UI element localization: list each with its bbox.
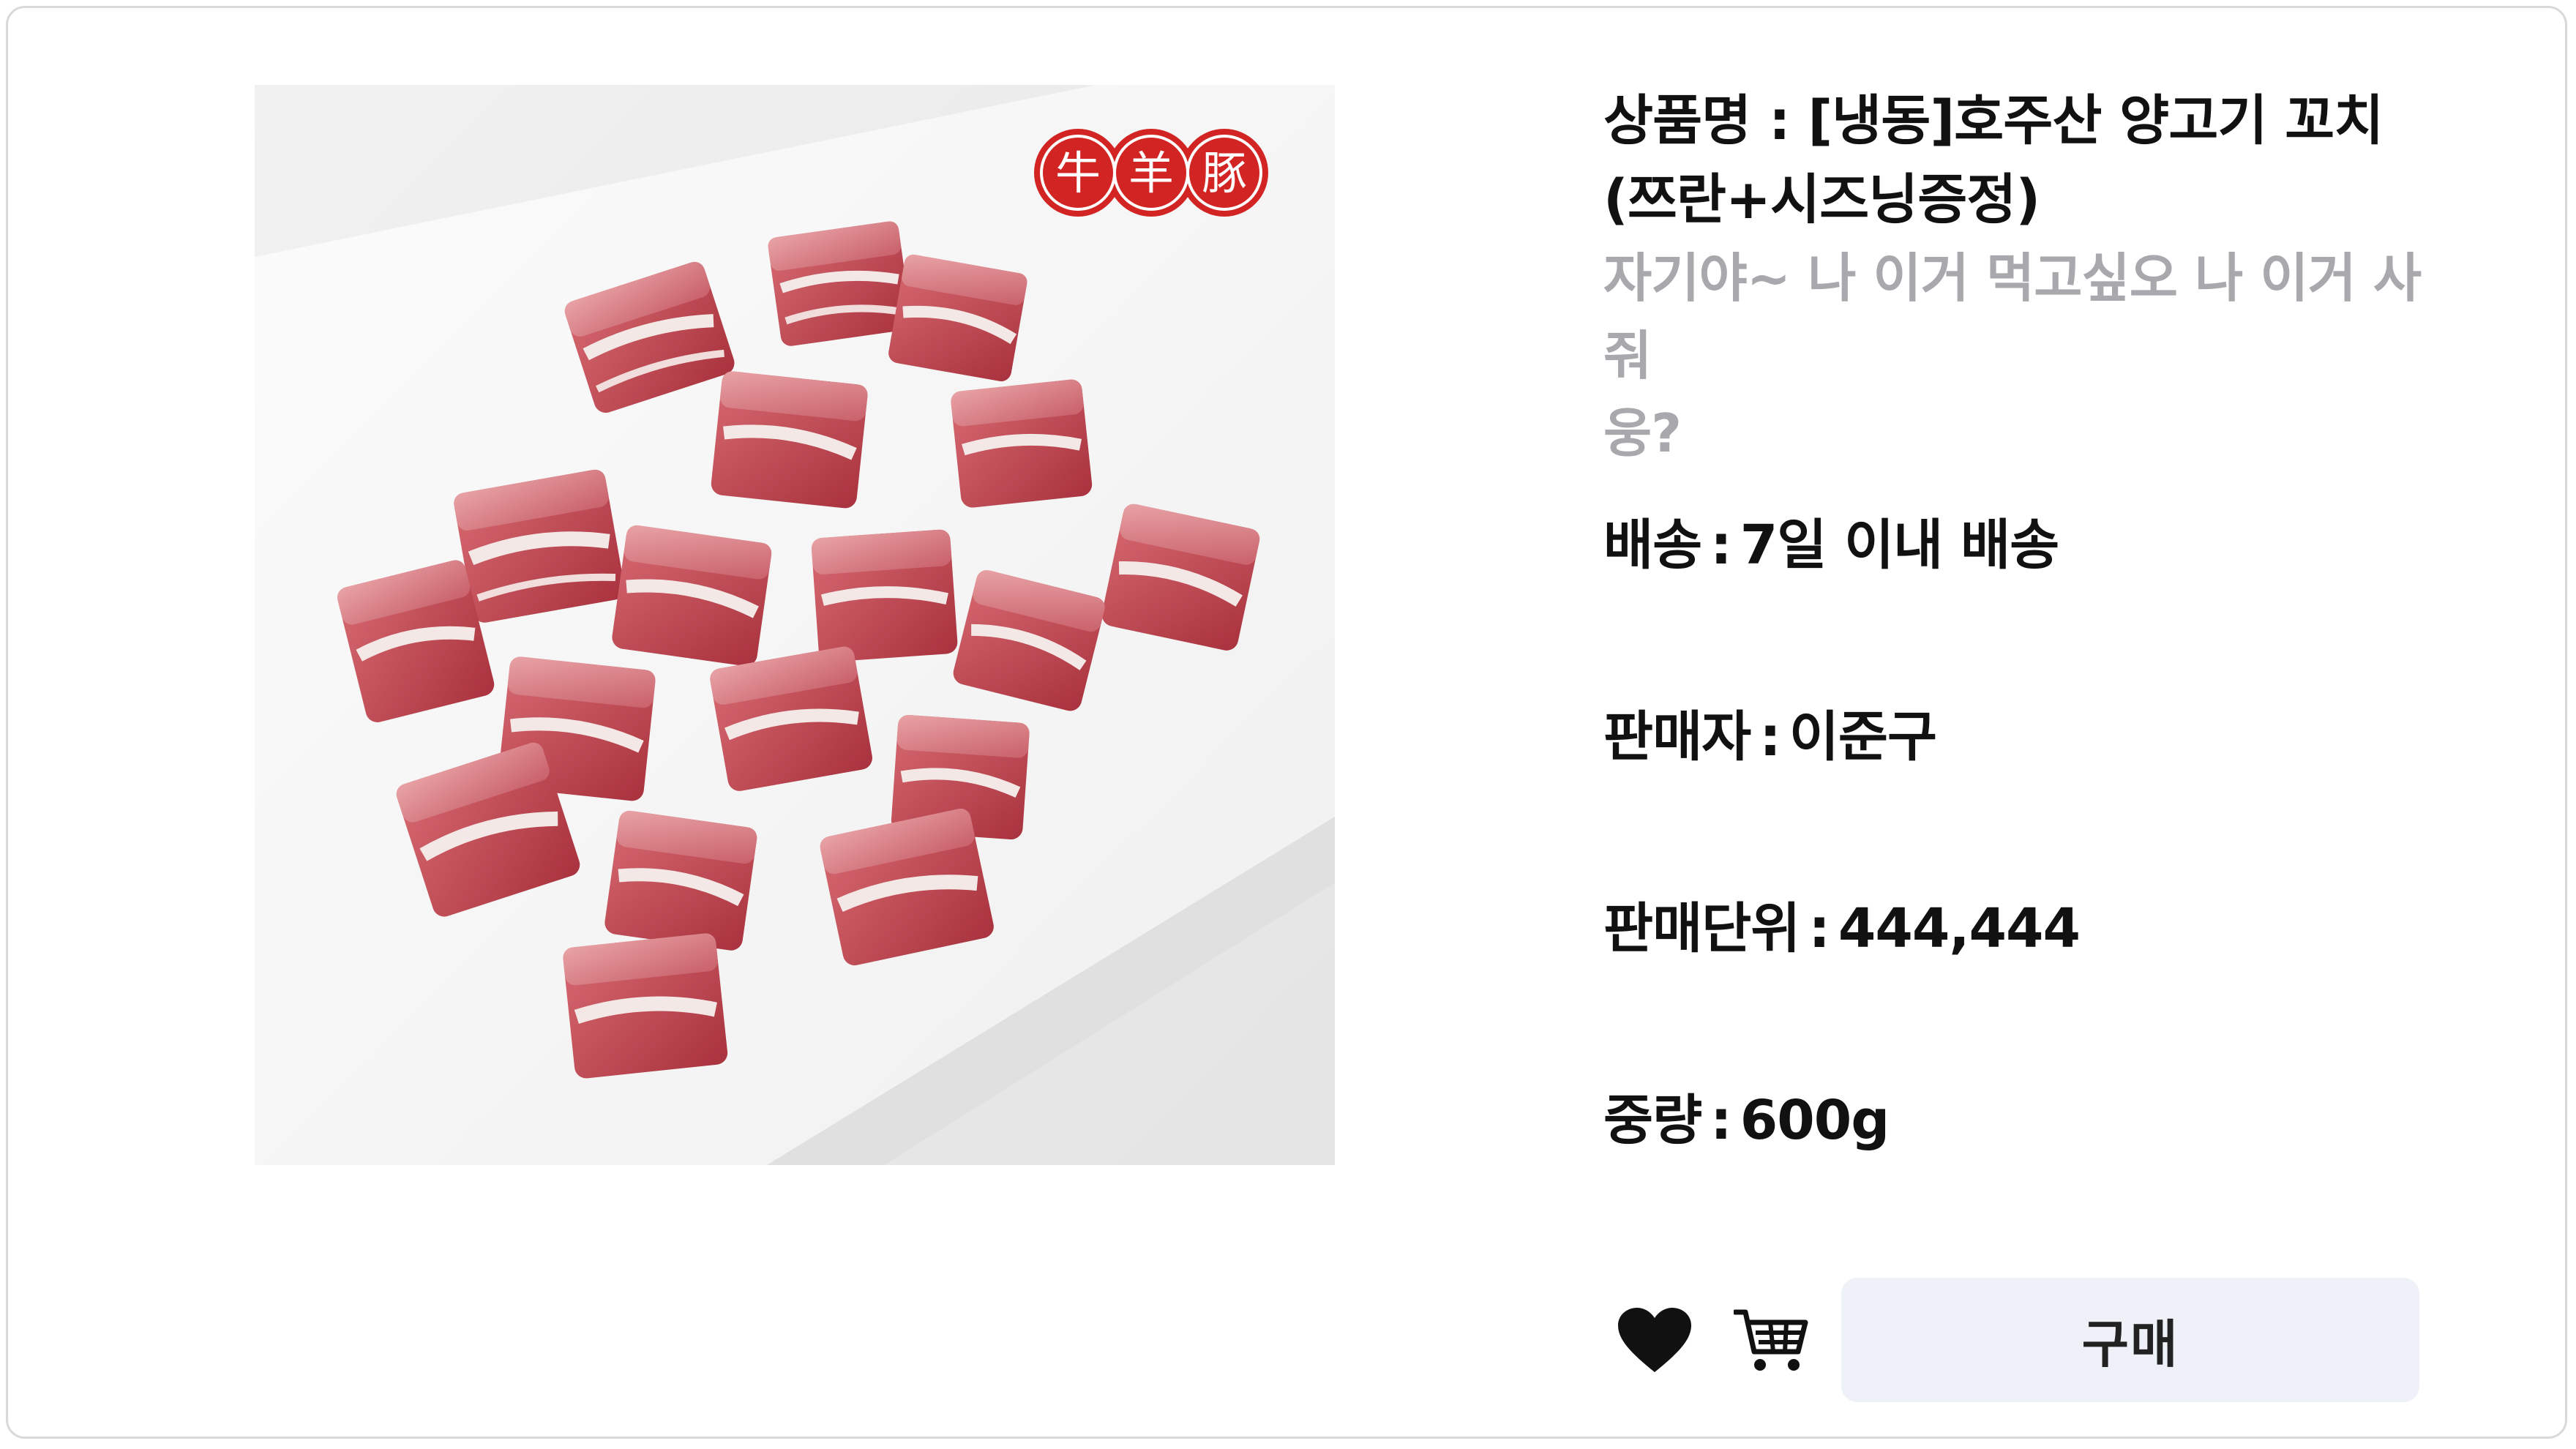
detail-label: 중량 [1603, 1089, 1702, 1152]
detail-value: 444,444 [1838, 897, 2081, 960]
product-card: 牛 羊 豚 상품명 : [냉동]호주산 양고기 꼬치 (쯔란+시즈닝증정) 자기… [6, 6, 2567, 1439]
product-title-line1: 상품명 : [냉동]호주산 양고기 꼬치 [1603, 89, 2384, 152]
detail-weight: 중량:600g [1603, 1084, 1890, 1157]
detail-shipping: 배송:7일 이내 배송 [1603, 509, 2059, 582]
detail-separator: : [1710, 1089, 1732, 1152]
detail-label: 판매자 [1603, 705, 1751, 768]
svg-text:牛: 牛 [1055, 146, 1101, 200]
product-subtitle-line2: 웅? [1603, 402, 1682, 464]
buy-button[interactable]: 구매 [1841, 1278, 2419, 1402]
detail-seller: 판매자: 이준구 [1603, 700, 1937, 774]
detail-separator: : [1759, 705, 1781, 768]
product-photo-graphic: 牛 羊 豚 [255, 85, 1335, 1165]
detail-label: 판매단위 [1603, 897, 1800, 960]
detail-separator: : [1808, 897, 1830, 960]
detail-value: 600g [1740, 1089, 1890, 1152]
detail-separator: : [1710, 514, 1732, 577]
svg-text:羊: 羊 [1128, 146, 1174, 200]
brand-seal-logo: 牛 羊 豚 [1034, 129, 1268, 217]
cart-icon [1734, 1309, 1808, 1371]
action-bar: 구매 [1603, 1278, 2419, 1402]
heart-icon [1618, 1308, 1691, 1372]
detail-value: 7일 이내 배송 [1740, 514, 2059, 577]
cart-button[interactable] [1721, 1278, 1823, 1402]
detail-label: 배송 [1603, 514, 1702, 577]
product-image: 牛 羊 豚 [255, 85, 1335, 1165]
product-title-line2: (쯔란+시즈닝증정) [1603, 168, 2040, 231]
svg-text:豚: 豚 [1202, 146, 1247, 200]
product-subtitle-line1: 자기야~ 나 이거 먹고싶오 나 이거 사줘 [1603, 247, 2422, 386]
like-button[interactable] [1603, 1278, 1706, 1402]
detail-sale-unit: 판매단위:444,444 [1603, 892, 2081, 965]
product-info: 상품명 : [냉동]호주산 양고기 꼬치 (쯔란+시즈닝증정) 자기야~ 나 이… [1603, 81, 2452, 472]
detail-value: 이준구 [1789, 705, 1937, 768]
